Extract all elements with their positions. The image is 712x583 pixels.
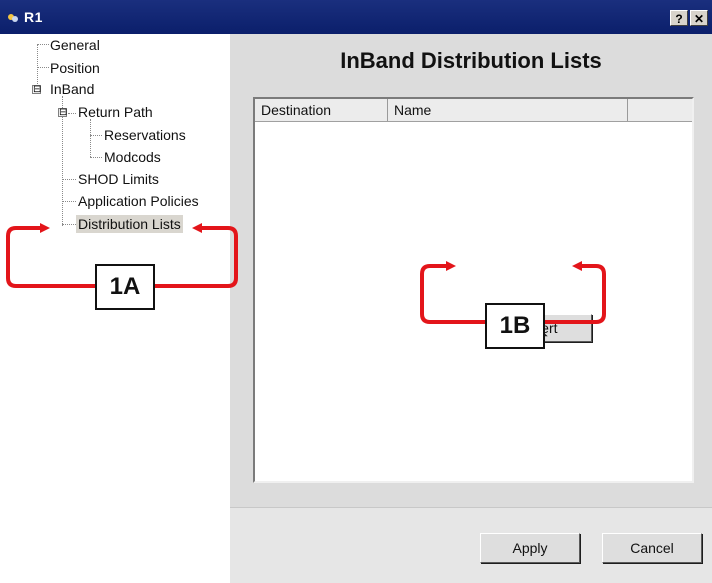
tree-item-general[interactable]: General — [50, 36, 100, 54]
collapse-icon[interactable]: ⊟ — [58, 108, 67, 118]
distribution-list-table[interactable]: Destination Name Insert — [253, 97, 694, 483]
tree-item-distribution-lists[interactable]: Distribution Lists — [76, 215, 183, 233]
tree-connector — [90, 157, 102, 158]
tree-connector — [62, 179, 76, 180]
tree-item-modcods[interactable]: Modcods — [104, 148, 161, 166]
column-header-blank — [628, 99, 692, 121]
help-button[interactable]: ? — [670, 10, 688, 26]
app-icon — [8, 14, 18, 22]
collapse-icon[interactable]: ⊟ — [32, 85, 41, 95]
tree-connector — [62, 224, 76, 225]
tree-item-inband[interactable]: InBand — [50, 80, 94, 98]
tree-item-return-path[interactable]: Return Path — [78, 103, 153, 121]
apply-button[interactable]: Apply — [480, 533, 580, 563]
tree-item-application-policies[interactable]: Application Policies — [78, 192, 199, 210]
tree-item-shod-limits[interactable]: SHOD Limits — [78, 170, 159, 188]
table-header: Destination Name — [255, 99, 692, 122]
tree-connector — [37, 67, 49, 68]
column-header-name[interactable]: Name — [388, 99, 628, 121]
tree-item-position[interactable]: Position — [50, 59, 100, 77]
tree-connector — [37, 44, 49, 45]
tree-connector — [62, 201, 76, 202]
close-button[interactable]: ✕ — [690, 10, 708, 26]
dialog-window: R1 ? ✕ General Position ⊟ InBand ⊟ Retur… — [0, 0, 712, 583]
content-panel: InBand Distribution Lists Destination Na… — [230, 34, 712, 583]
column-header-destination[interactable]: Destination — [255, 99, 388, 121]
tree-connector — [68, 113, 76, 114]
tree-item-reservations[interactable]: Reservations — [104, 126, 186, 144]
tree-connector — [90, 119, 91, 157]
annotation-label-1a: 1A — [95, 264, 155, 310]
cancel-button[interactable]: Cancel — [602, 533, 702, 563]
window-title: R1 — [24, 9, 43, 25]
button-bar: Apply Cancel — [230, 507, 712, 583]
tree-connector — [90, 135, 102, 136]
annotation-label-1b: 1B — [485, 303, 545, 349]
title-bar: R1 ? ✕ — [0, 0, 712, 34]
page-title: InBand Distribution Lists — [340, 48, 602, 73]
